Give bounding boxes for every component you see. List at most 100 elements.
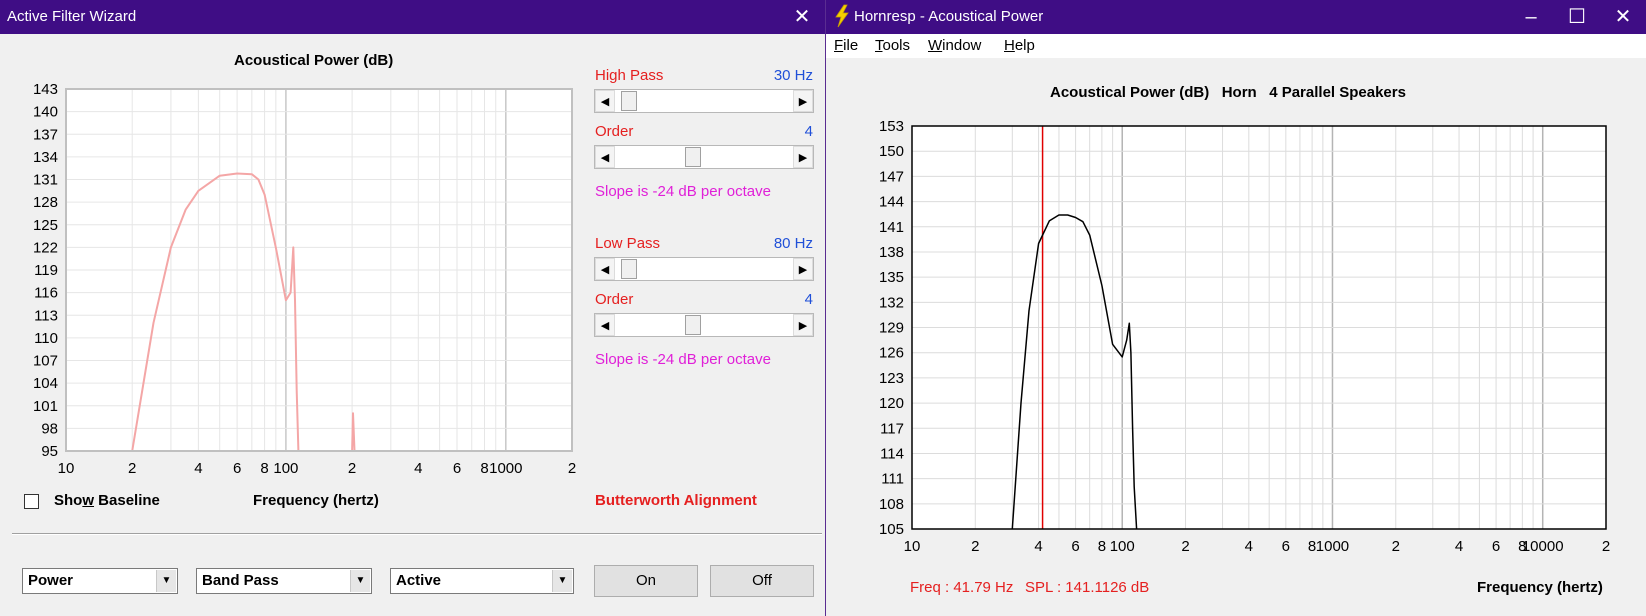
y-tick-label: 125: [33, 217, 58, 234]
x-tick-label: 6: [233, 460, 241, 477]
slider-thumb[interactable]: [685, 147, 701, 167]
y-tick-label: 116: [34, 285, 58, 302]
maximize-icon[interactable]: ☐: [1554, 0, 1600, 34]
slider-left-icon[interactable]: ◀: [595, 258, 615, 280]
slider-left-icon[interactable]: ◀: [595, 90, 615, 112]
low-pass-value: 80 Hz: [773, 235, 813, 252]
low-pass-slider[interactable]: ◀ ▶: [594, 257, 814, 281]
alignment-label: Butterworth Alignment: [595, 492, 757, 509]
menu-bar: File Tools Window Help: [826, 34, 1646, 58]
chevron-down-icon[interactable]: ▼: [156, 570, 176, 592]
mode-dropdown[interactable]: Power ▼: [22, 568, 178, 594]
high-pass-slope-text: Slope is -24 dB per octave: [595, 183, 771, 200]
slider-left-icon[interactable]: ◀: [595, 314, 615, 336]
y-tick-label: 114: [880, 445, 904, 462]
x-tick-label: 4: [1455, 538, 1463, 555]
low-pass-order-label: Order: [595, 291, 634, 308]
y-tick-label: 138: [879, 244, 904, 261]
cursor-spl-readout: SPL : 141.1126 dB: [1025, 579, 1150, 596]
x-tick-label: 6: [1282, 538, 1290, 555]
y-tick-label: 131: [33, 172, 58, 189]
high-pass-order-label: Order: [595, 123, 634, 140]
chevron-down-icon[interactable]: ▼: [552, 570, 572, 592]
menu-help[interactable]: Help: [1004, 37, 1035, 54]
x-tick-label: 6: [1492, 538, 1500, 555]
y-tick-label: 95: [41, 443, 58, 460]
y-tick-label: 137: [33, 126, 58, 143]
lightning-icon: [833, 4, 851, 32]
y-tick-label: 147: [879, 168, 904, 185]
slider-right-icon[interactable]: ▶: [793, 258, 813, 280]
x-tick-label: 2: [128, 460, 136, 477]
title-bar: Active Filter Wizard ✕: [0, 0, 825, 34]
x-tick-label: 6: [453, 460, 461, 477]
y-tick-label: 135: [879, 269, 904, 286]
x-tick-label: 4: [414, 460, 422, 477]
y-tick-label: 132: [879, 294, 904, 311]
close-icon[interactable]: ✕: [779, 0, 825, 34]
x-tick-label: 8: [1098, 538, 1106, 555]
y-tick-label: 104: [33, 375, 58, 392]
y-tick-label: 117: [880, 420, 904, 437]
show-baseline-label: Show Baseline: [54, 492, 160, 509]
window-title: Active Filter Wizard: [7, 8, 137, 25]
y-tick-label: 105: [879, 521, 904, 538]
x-tick-label: 8: [480, 460, 488, 477]
slider-left-icon[interactable]: ◀: [595, 146, 615, 168]
x-tick-label: 2: [1392, 538, 1400, 555]
low-pass-slope-text: Slope is -24 dB per octave: [595, 351, 771, 368]
on-button[interactable]: On: [594, 565, 698, 597]
x-tick-label: 2: [1181, 538, 1189, 555]
show-baseline-checkbox[interactable]: [24, 494, 39, 509]
high-pass-slider[interactable]: ◀ ▶: [594, 89, 814, 113]
title-bar: Hornresp - Acoustical Power – ☐ ✕: [826, 0, 1646, 34]
y-tick-label: 144: [879, 194, 904, 211]
minimize-icon[interactable]: –: [1508, 0, 1554, 34]
y-tick-label: 126: [879, 345, 904, 362]
separator: [12, 533, 822, 535]
y-tick-label: 120: [879, 395, 904, 412]
y-tick-label: 101: [33, 398, 58, 415]
slider-right-icon[interactable]: ▶: [793, 146, 813, 168]
chevron-down-icon[interactable]: ▼: [350, 570, 370, 592]
y-tick-label: 150: [879, 143, 904, 160]
low-pass-order-slider[interactable]: ◀ ▶: [594, 313, 814, 337]
right-power-chart: 153 150 147 144 141 138 135 132 129 126 123 120 117 1…: [879, 118, 1610, 555]
low-pass-order-value: 4: [804, 291, 813, 308]
high-pass-label: High Pass: [595, 67, 664, 84]
close-icon[interactable]: ✕: [1600, 0, 1646, 34]
slider-thumb[interactable]: [685, 315, 701, 335]
off-button[interactable]: Off: [710, 565, 814, 597]
x-tick-label: 2: [1602, 538, 1610, 555]
x-axis-label: Frequency (hertz): [253, 492, 379, 509]
x-tick-label: 100: [273, 460, 298, 477]
chart-title: Acoustical Power (dB) Horn 4 Parallel Sp…: [1050, 84, 1406, 101]
y-tick-label: 122: [33, 239, 58, 256]
filter-dropdown[interactable]: Band Pass ▼: [196, 568, 372, 594]
x-tick-label: 100: [1110, 538, 1135, 555]
active-filter-wizard-window: Active Filter Wizard ✕ Acoustical Power …: [0, 0, 826, 616]
x-tick-label: 1000: [489, 460, 522, 477]
y-tick-label: 98: [41, 420, 58, 437]
high-pass-order-slider[interactable]: ◀ ▶: [594, 145, 814, 169]
y-tick-label: 123: [879, 370, 904, 387]
menu-window[interactable]: Window: [928, 37, 981, 54]
x-tick-label: 4: [194, 460, 202, 477]
slider-right-icon[interactable]: ▶: [793, 90, 813, 112]
y-tick-label: 108: [879, 496, 904, 513]
x-axis-label: Frequency (hertz): [1477, 579, 1603, 596]
y-tick-label: 107: [33, 353, 58, 370]
slider-thumb[interactable]: [621, 259, 637, 279]
slider-thumb[interactable]: [621, 91, 637, 111]
high-pass-value: 30 Hz: [773, 67, 813, 84]
slider-right-icon[interactable]: ▶: [793, 314, 813, 336]
x-tick-label: 1000: [1316, 538, 1349, 555]
x-tick-label: 2: [568, 460, 576, 477]
cursor-freq-readout: Freq : 41.79 Hz: [910, 579, 1014, 596]
y-tick-label: 128: [33, 194, 58, 211]
menu-file[interactable]: File: [834, 37, 858, 54]
y-tick-label: 134: [33, 149, 58, 166]
menu-tools[interactable]: Tools: [875, 37, 910, 54]
x-tick-label: 2: [971, 538, 979, 555]
type-dropdown[interactable]: Active ▼: [390, 568, 574, 594]
